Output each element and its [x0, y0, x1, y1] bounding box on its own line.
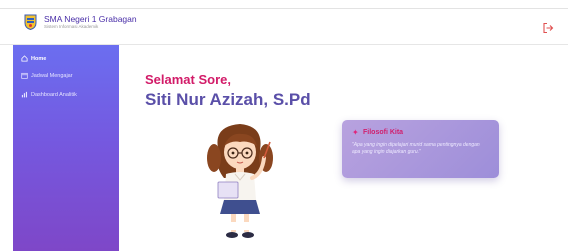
- logout-icon[interactable]: [542, 22, 554, 34]
- sidebar: Home Jadwal Mengajar Dashboard Analitik: [13, 45, 119, 251]
- card-title: Filosofi Kita: [363, 129, 404, 136]
- sidebar-item-label: Jadwal Mengajar: [31, 72, 73, 79]
- calendar-icon: [21, 72, 28, 79]
- sidebar-item-dashboard-analitik[interactable]: Dashboard Analitik: [21, 91, 77, 98]
- sparkle-icon: ✦: [352, 128, 359, 137]
- school-name: SMA Negeri 1 Grabagan: [44, 14, 137, 24]
- philosophy-card: ✦ Filosofi Kita "Apa yang ingin dipelaja…: [342, 120, 499, 178]
- school-logo-icon: [24, 14, 37, 30]
- teacher-girl-illustration: [207, 124, 273, 238]
- sidebar-item-label: Dashboard Analitik: [31, 91, 77, 98]
- home-icon: [21, 55, 28, 62]
- sidebar-item-jadwal-mengajar[interactable]: Jadwal Mengajar: [21, 72, 73, 79]
- sidebar-item-home[interactable]: Home: [21, 55, 46, 62]
- user-name: Siti Nur Azizah, S.Pd: [145, 90, 311, 109]
- app-subtitle: Sistem Informasi Akademik: [44, 24, 99, 29]
- bar-chart-icon: [21, 91, 28, 98]
- greeting-text: Selamat Sore,: [145, 72, 231, 87]
- sidebar-item-label: Home: [31, 55, 47, 62]
- philosophy-quote: "Apa yang ingin dipelajari murid sama pe…: [352, 142, 480, 155]
